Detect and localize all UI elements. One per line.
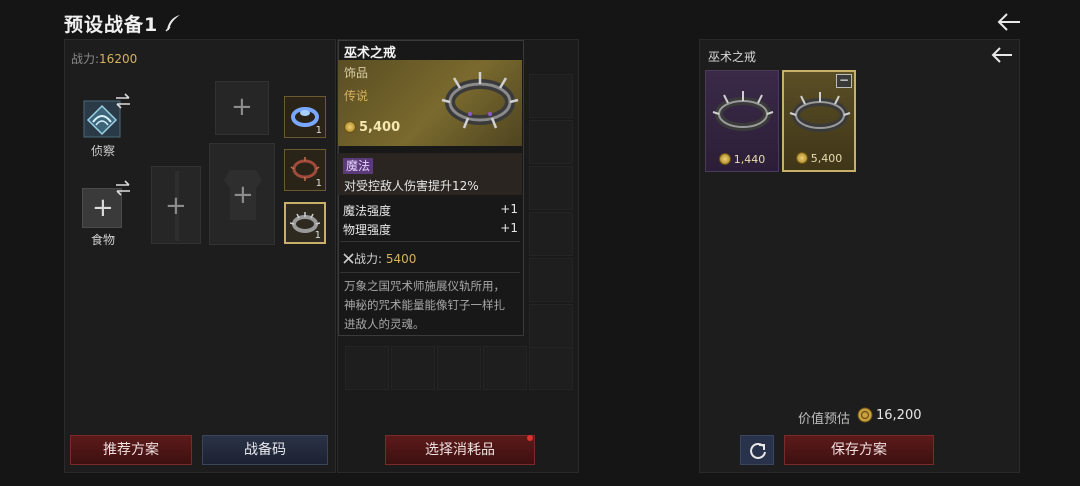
armor-slot[interactable]: +: [209, 143, 275, 245]
item-card[interactable]: 1,440: [705, 70, 779, 172]
grid-cell: [391, 346, 435, 390]
stat-name: 魔法强度: [343, 204, 392, 218]
reset-button[interactable]: [740, 435, 774, 465]
save-plan-button[interactable]: 保存方案: [784, 435, 934, 465]
notification-dot: [527, 435, 533, 441]
price-value: 1,440: [733, 153, 766, 166]
item-count: 1: [315, 178, 322, 189]
remove-icon[interactable]: −: [836, 74, 852, 88]
spiked-ring-icon: [441, 72, 519, 129]
grid-cell: [529, 120, 573, 164]
grid-cell: [529, 258, 573, 302]
recommend-plan-button[interactable]: 推荐方案: [70, 435, 192, 465]
swap-icon[interactable]: [113, 92, 133, 110]
grid-cell: [529, 166, 573, 210]
tooltip-item-price: 5,400: [344, 120, 400, 135]
add-icon: +: [165, 191, 187, 221]
tooltip-item-rarity: 传说: [344, 89, 369, 103]
estimate-value: 16,200: [876, 408, 922, 423]
food-label: 食物: [91, 233, 116, 247]
add-icon: +: [232, 180, 254, 210]
power-display: 战力:16200: [71, 50, 137, 67]
grid-cell: [529, 212, 573, 256]
grid-cell: [437, 346, 481, 390]
item-card-selected[interactable]: − 5,400: [782, 70, 856, 172]
grid-cell: [483, 346, 527, 390]
coin-icon: [795, 152, 808, 164]
card-price: 1,440: [706, 153, 778, 166]
select-consumables-button[interactable]: 选择消耗品: [385, 435, 535, 465]
power-value: 16200: [99, 52, 138, 66]
item-count: 1: [315, 125, 322, 136]
swap-icon[interactable]: [113, 179, 133, 197]
divider: [340, 241, 520, 242]
panel-title: 巫术之戒: [708, 50, 757, 64]
spiked-ring-icon: [712, 91, 774, 131]
accessory-slot-1[interactable]: 1: [284, 96, 326, 138]
add-icon: +: [231, 92, 253, 122]
coin-icon: [857, 407, 873, 423]
stat-value: +1: [500, 202, 518, 216]
back-arrow-icon[interactable]: [990, 44, 1014, 66]
power-label: 战力:: [354, 252, 386, 266]
loadout-code-button[interactable]: 战备码: [202, 435, 328, 465]
accessory-slot-2[interactable]: 1: [284, 149, 326, 191]
tooltip-item-type: 饰品: [344, 66, 369, 80]
helmet-slot[interactable]: +: [215, 81, 269, 135]
crossed-swords-icon: [343, 253, 354, 264]
card-price: 5,400: [784, 152, 854, 165]
coin-icon: [344, 121, 356, 133]
grid-cell: [345, 346, 389, 390]
magic-effect-description: 对受控敌人伤害提升12%: [344, 179, 479, 193]
divider: [340, 272, 520, 273]
stat-name: 物理强度: [343, 223, 392, 237]
scout-label: 侦察: [91, 144, 116, 158]
coin-icon: [718, 153, 731, 165]
grid-cell: [529, 346, 573, 390]
feather-edit-icon[interactable]: [162, 12, 184, 34]
tooltip-item-name: 巫术之戒: [344, 46, 397, 61]
stat-value: +1: [500, 221, 518, 235]
spiked-ring-icon: [789, 92, 851, 132]
page-title: 预设战备1: [64, 14, 159, 36]
power-label: 战力:: [71, 52, 100, 66]
grid-cell: [529, 74, 573, 118]
item-count: 1: [314, 230, 321, 241]
grid-cell: [529, 304, 573, 348]
item-lore-text: 万象之国咒术师施展仪轨所用，神秘的咒术能量能像钉子一样扎进敌人的灵魂。: [344, 279, 505, 331]
power-value: 5400: [385, 252, 417, 266]
estimate-label: 价值预估: [798, 412, 851, 427]
add-icon: +: [92, 193, 114, 223]
magic-tag: 魔法: [343, 158, 374, 174]
back-arrow-icon[interactable]: [996, 10, 1022, 34]
weapon-slot[interactable]: +: [151, 166, 201, 244]
refresh-icon: [750, 443, 766, 459]
price-value: 5,400: [359, 120, 401, 135]
price-value: 5,400: [810, 152, 843, 165]
accessory-slot-3[interactable]: 1: [284, 202, 326, 244]
tooltip-power: 战力: 5400: [343, 250, 416, 267]
